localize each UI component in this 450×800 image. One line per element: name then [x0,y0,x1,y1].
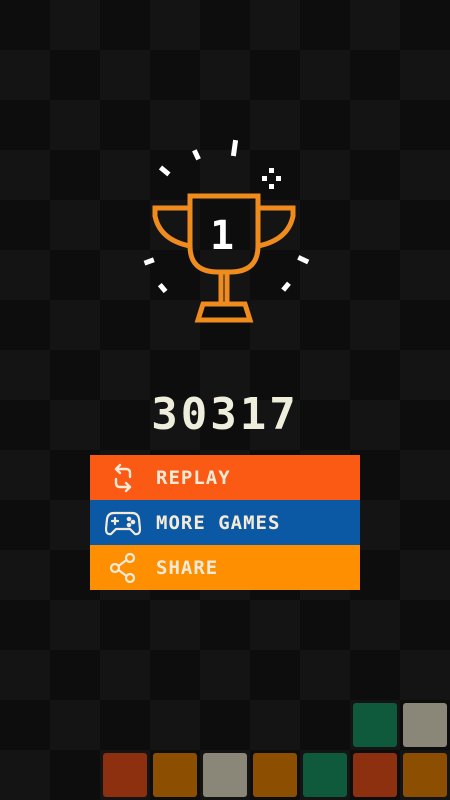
gamepad-icon [90,500,156,545]
block [203,753,247,797]
more-games-label: MORE GAMES [156,511,281,534]
trophy-left-handle [152,205,191,249]
block [403,753,447,797]
replay-icon [90,455,156,500]
share-icon [90,545,156,590]
sparkle-cross [262,168,281,189]
block [153,753,197,797]
share-label: SHARE [156,556,219,579]
final-score: 30317 [151,389,299,440]
block [303,753,347,797]
block [353,703,397,747]
game-over-menu: REPLAY MORE GAMES SHARE [90,455,360,590]
more-games-button[interactable]: MORE GAMES [90,500,360,545]
block [103,753,147,797]
block [253,753,297,797]
share-button[interactable]: SHARE [90,545,360,590]
block-stack [0,700,450,800]
trophy-icon: 1 [143,139,310,323]
block [353,753,397,797]
trophy-rank: 1 [210,213,234,259]
trophy-stem [218,272,230,304]
block [403,703,447,747]
replay-label: REPLAY [156,466,231,489]
replay-button[interactable]: REPLAY [90,455,360,500]
trophy-right-handle [257,205,296,249]
trophy-base [194,301,254,323]
